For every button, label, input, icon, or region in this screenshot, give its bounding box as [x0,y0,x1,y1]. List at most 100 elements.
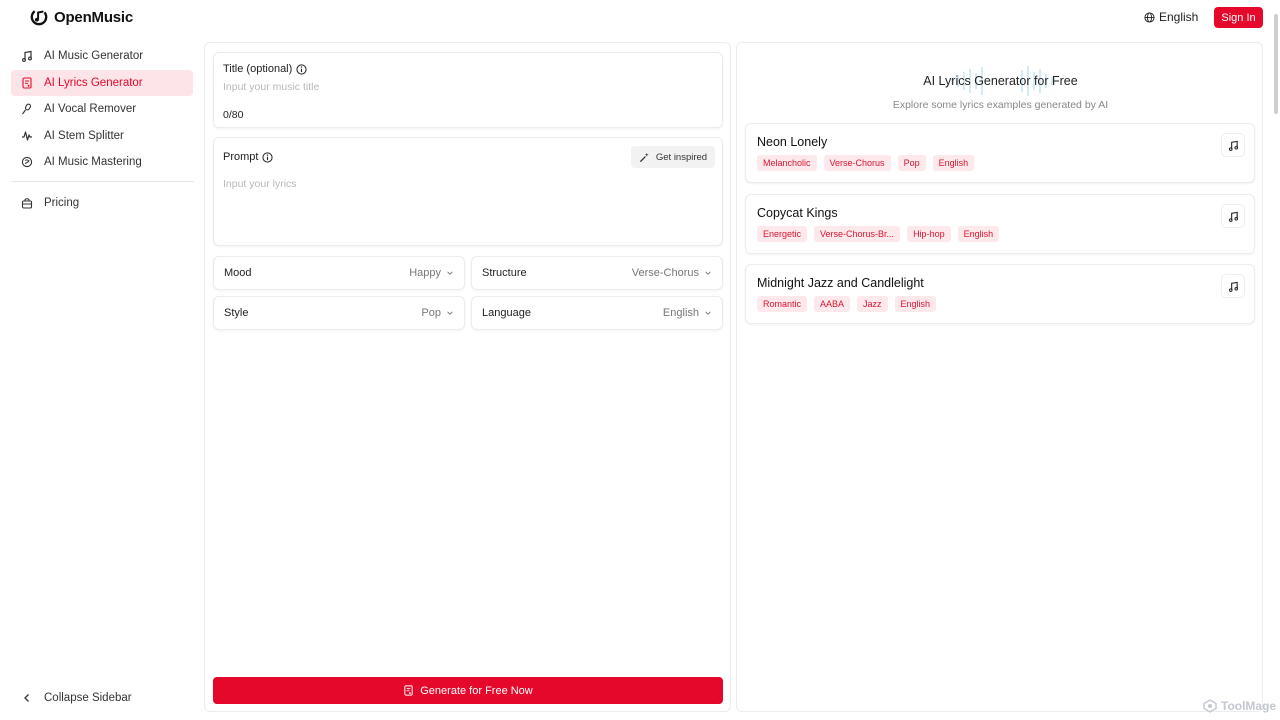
sidebar-item-pricing[interactable]: Pricing [11,190,193,216]
language-tag: English [957,226,1000,242]
create-music-button[interactable] [1221,133,1245,157]
pricing-bag-icon [21,198,33,209]
example-title: Copycat Kings [757,206,838,220]
title-label-row: Title (optional) [223,63,307,75]
language-select-label: Language [482,307,531,319]
get-inspired-label: Get inspired [655,151,708,163]
examples-panel: AI Lyrics Generator for Free Explore som… [736,42,1263,712]
structure-tag: Verse-Chorus-Br... [814,226,901,242]
brand-logo[interactable]: OpenMusic [30,8,133,26]
example-tags: Romantic AABA Jazz English [757,296,937,312]
sidebar-item-label: AI Lyrics Generator [44,77,143,89]
language-value-wrap: English [663,307,712,319]
title-char-counter: 0/80 [223,109,244,121]
page-scrollbar[interactable] [1274,14,1278,114]
example-card[interactable]: Midnight Jazz and Candlelight Romantic A… [745,264,1255,324]
sidebar-item-label: AI Music Mastering [44,156,142,168]
mood-label: Mood [224,267,252,279]
prompt-card: Prompt Get inspired [213,137,723,246]
sidebar-item-stem-splitter[interactable]: AI Stem Splitter [11,123,193,149]
brand-name: OpenMusic [54,8,134,26]
sidebar-divider [11,181,194,182]
sidebar-item-label: AI Music Generator [44,50,144,62]
chevron-down-icon [447,271,453,275]
watermark-logo-icon [1203,699,1217,713]
language-tag: English [894,296,937,312]
sidebar: AI Music Generator AI Lyrics Generator A… [0,36,204,720]
mood-select[interactable]: Mood Happy [213,256,465,290]
mood-value: Happy [409,267,441,279]
mood-value-wrap: Happy [409,267,454,279]
example-title: Midnight Jazz and Candlelight [757,276,924,290]
info-icon[interactable] [262,151,274,163]
mood-tag: Energetic [757,226,808,242]
structure-select[interactable]: Structure Verse-Chorus [471,256,723,290]
generate-button[interactable]: Generate for Free Now [213,677,723,704]
magic-wand-icon [639,152,649,162]
language-label: English [1159,10,1199,24]
lyrics-form-panel: Title (optional) 0/80 Prompt Get inspire… [204,42,731,712]
example-card[interactable]: Neon Lonely Melancholic Verse-Chorus Pop… [745,123,1255,183]
style-tag: Jazz [857,296,888,312]
lyrics-doc-icon [404,685,413,696]
music-note-icon [1228,140,1238,151]
chevron-down-icon [705,311,711,315]
title-input[interactable] [223,81,703,93]
prompt-label-row: Prompt [223,151,274,163]
style-value: Pop [421,307,441,319]
example-tags: Energetic Verse-Chorus-Br... Hip-hop Eng… [757,226,1000,242]
sidebar-item-music-mastering[interactable]: AI Music Mastering [11,149,193,175]
get-inspired-button[interactable]: Get inspired [631,146,715,168]
watermark-text: ToolMage [1221,699,1277,713]
prompt-textarea[interactable] [223,178,713,238]
sidebar-item-label: Pricing [44,197,80,209]
style-label: Style [224,307,249,319]
top-header: OpenMusic English Sign In [0,0,1280,36]
music-note-icon [1228,211,1238,222]
collapse-label: Collapse Sidebar [44,692,132,704]
music-note-icon [1228,281,1238,292]
generate-label: Generate for Free Now [420,684,533,697]
language-select[interactable]: Language English [471,296,723,330]
collapse-sidebar-button[interactable]: Collapse Sidebar [11,685,132,711]
openmusic-logo-icon [30,8,48,26]
title-label: Title (optional) [223,63,293,75]
sidebar-item-label: AI Stem Splitter [44,130,124,142]
create-music-button[interactable] [1221,204,1245,228]
style-value-wrap: Pop [421,307,454,319]
chevron-left-icon [24,694,29,702]
example-title: Neon Lonely [757,135,828,149]
chevron-down-icon [705,271,711,275]
mood-tag: Romantic [757,296,808,312]
style-tag: Hip-hop [907,226,951,242]
watermark: ToolMage [1203,699,1276,713]
create-music-button[interactable] [1221,274,1245,298]
structure-tag: Verse-Chorus [823,155,891,171]
music-note-icon [22,50,32,62]
structure-tag: AABA [814,296,851,312]
mood-tag: Melancholic [757,155,817,171]
structure-label: Structure [482,267,527,279]
example-card[interactable]: Copycat Kings Energetic Verse-Chorus-Br.… [745,194,1255,254]
sidebar-item-label: AI Vocal Remover [44,103,137,115]
lyrics-doc-icon [22,77,32,89]
microphone-icon [22,103,32,115]
mastering-icon [21,156,33,168]
style-select[interactable]: Style Pop [213,296,465,330]
sign-in-button[interactable]: Sign In [1214,7,1263,28]
sidebar-item-vocal-remover[interactable]: AI Vocal Remover [11,96,193,122]
language-value: English [662,307,699,319]
structure-value: Verse-Chorus [631,267,699,279]
language-switcher[interactable]: English [1144,10,1198,24]
sidebar-item-music-generator[interactable]: AI Music Generator [11,43,193,69]
structure-value-wrap: Verse-Chorus [632,267,712,279]
globe-icon [1144,11,1155,23]
info-icon[interactable] [296,63,307,75]
example-tags: Melancholic Verse-Chorus Pop English [757,155,975,171]
style-tag: Pop [897,155,926,171]
sidebar-item-lyrics-generator[interactable]: AI Lyrics Generator [11,70,193,96]
examples-subtitle: Explore some lyrics examples generated b… [892,99,1109,111]
prompt-label: Prompt [223,151,259,163]
language-tag: English [932,155,975,171]
examples-title: AI Lyrics Generator for Free [923,74,1078,88]
